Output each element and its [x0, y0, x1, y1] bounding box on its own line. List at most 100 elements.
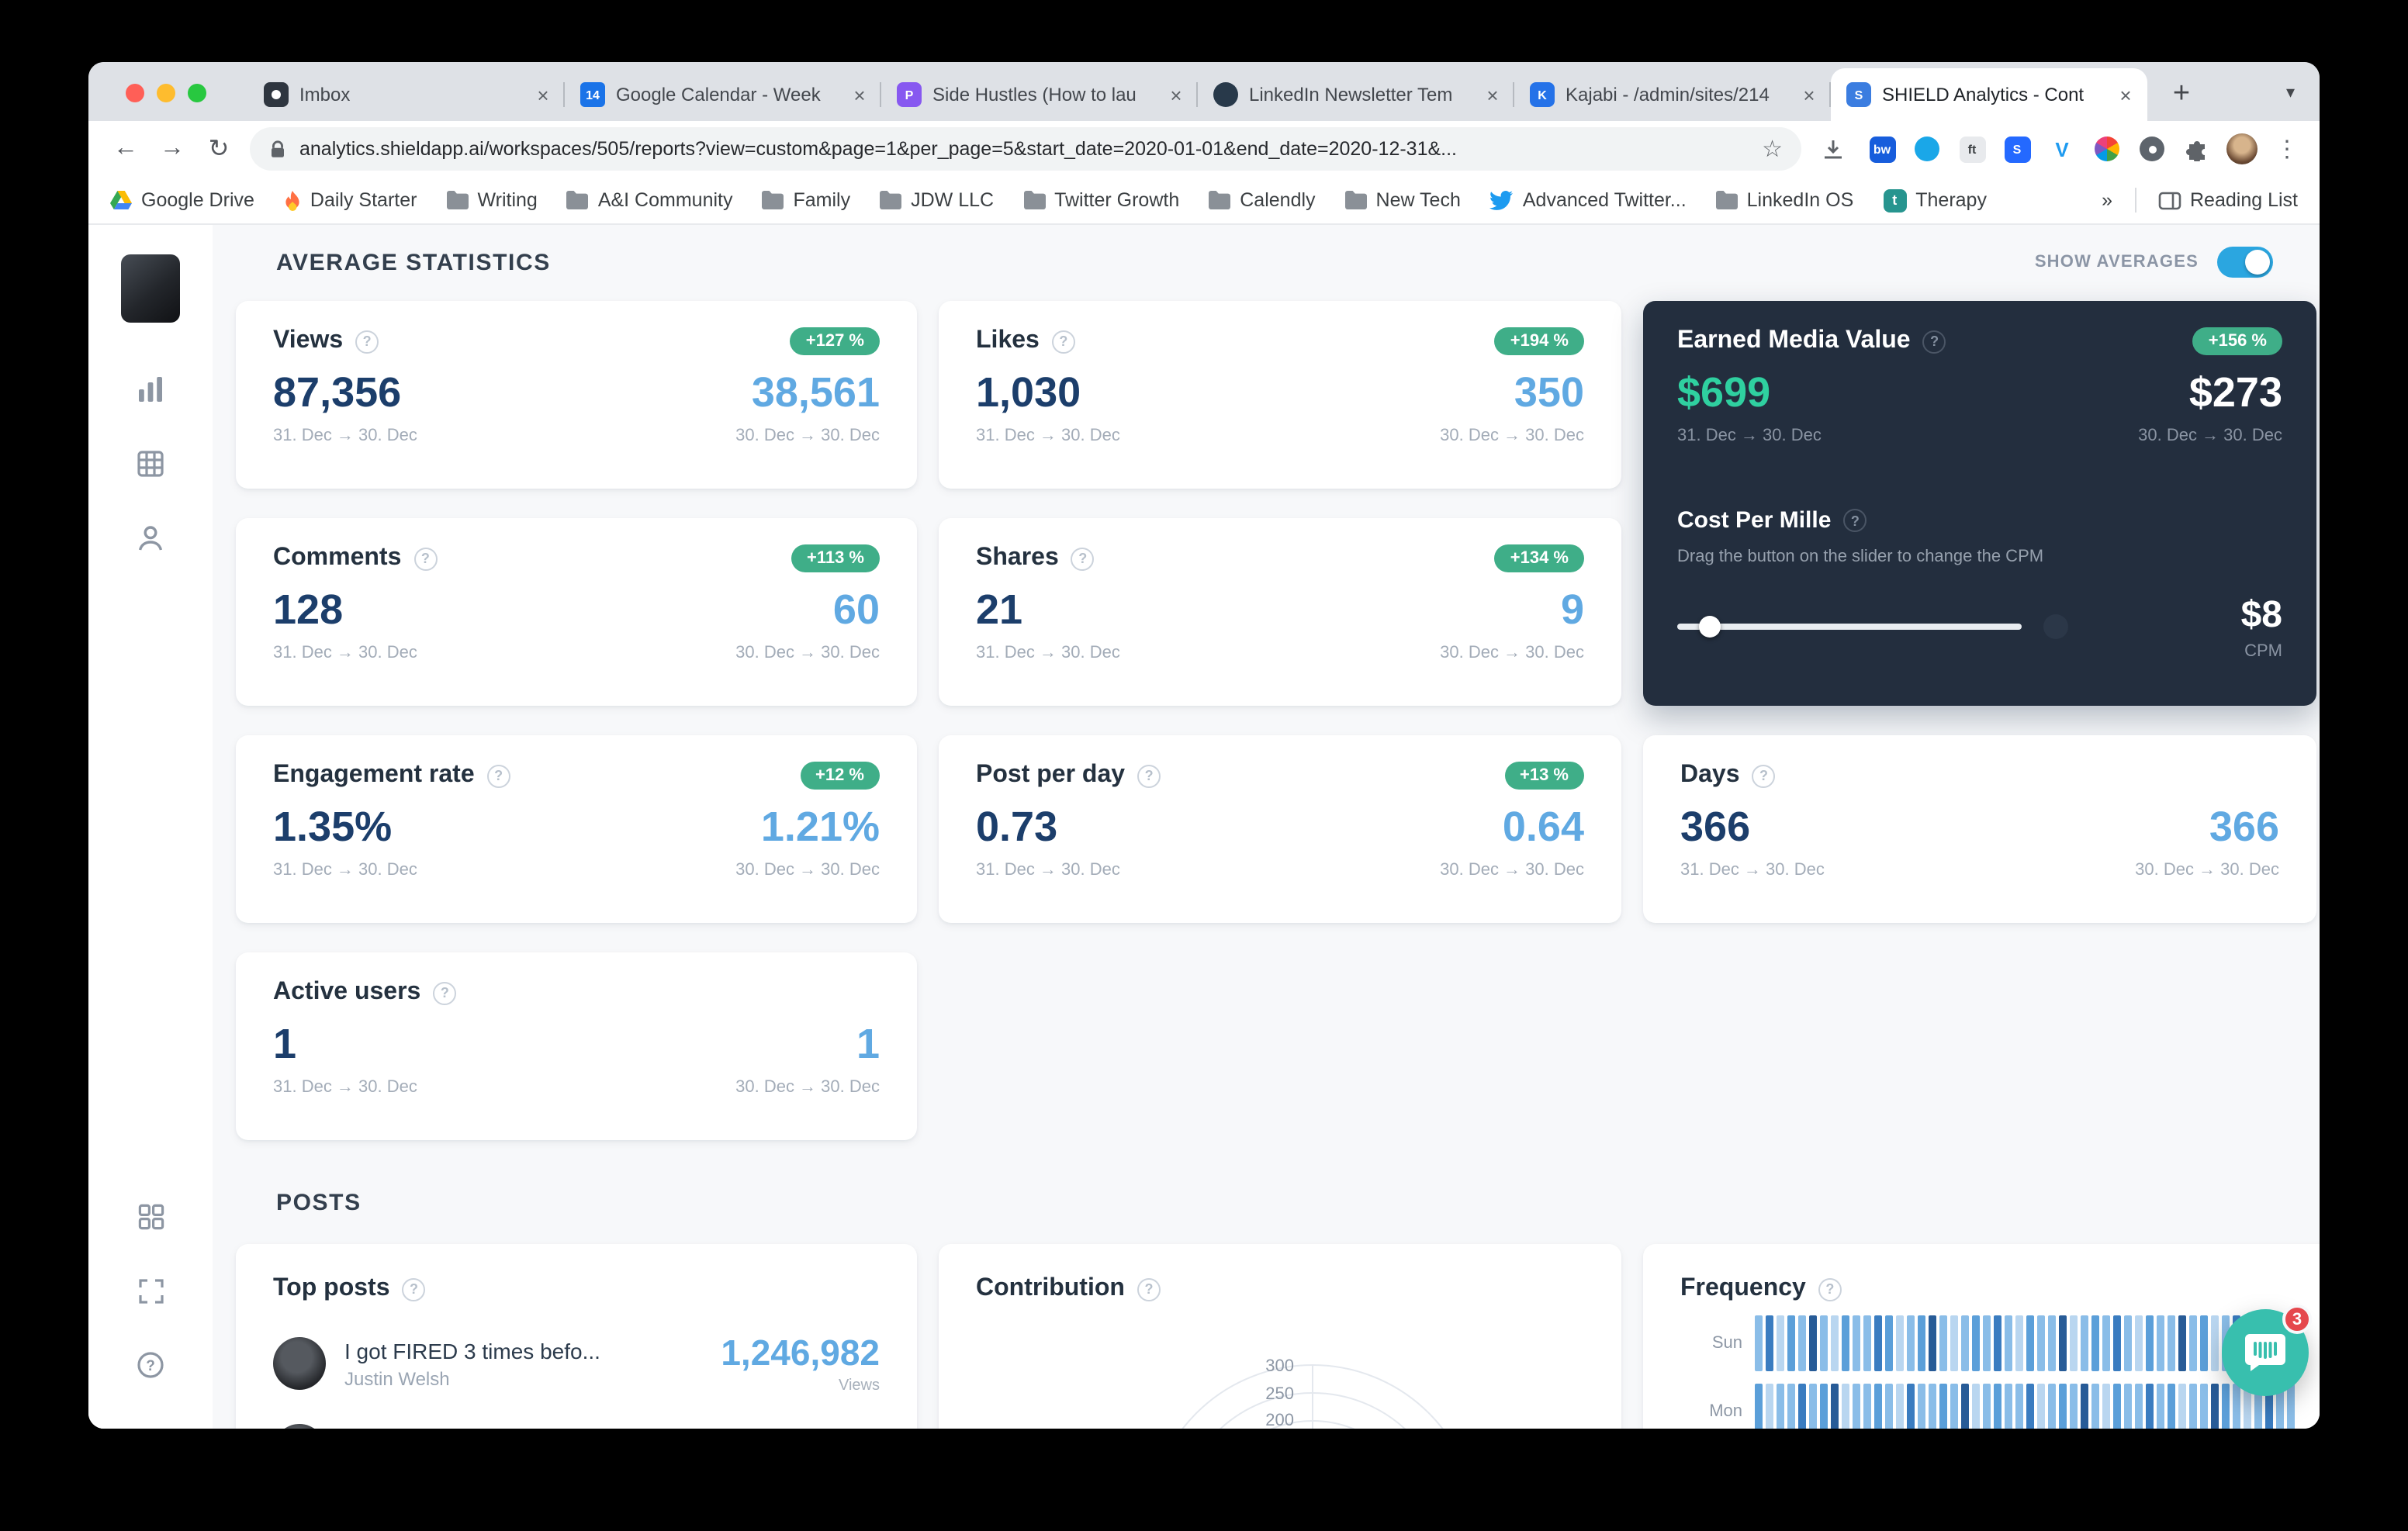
bookmark-writing[interactable]: Writing	[446, 189, 537, 211]
tooltip-help-icon[interactable]: ?	[433, 981, 456, 1004]
posts-section-header: POSTS	[276, 1190, 2316, 1219]
bookmark-new-tech[interactable]: New Tech	[1345, 189, 1461, 211]
bookmarks-overflow-chevron[interactable]: »	[2102, 189, 2112, 211]
zoom-window-button[interactable]	[188, 84, 206, 102]
address-bar[interactable]: analytics.shieldapp.ai/workspaces/505/re…	[250, 127, 1801, 171]
tab-label: Google Calendar - Week	[616, 84, 836, 105]
tooltip-help-icon[interactable]: ?	[403, 1277, 426, 1301]
download-icon[interactable]	[1811, 127, 1854, 171]
browser-tab-side-hustles[interactable]: P Side Hustles (How to lau ×	[881, 68, 1198, 121]
stats-grid: Views ? +127 % 87,356 38,561 31. Dec → 3…	[236, 301, 2316, 1140]
bookmark-twitter-growth[interactable]: Twitter Growth	[1023, 189, 1179, 211]
top-post-row[interactable]: 993,733	[273, 1424, 880, 1429]
change-badge: +127 %	[791, 327, 880, 355]
bookmark-label: Calendly	[1240, 189, 1315, 211]
reload-icon[interactable]: ↻	[197, 127, 240, 171]
folder-icon	[567, 191, 589, 209]
change-badge: +13 %	[1504, 762, 1584, 790]
reading-list-button[interactable]: Reading List	[2157, 189, 2298, 211]
bookmark-ai-community[interactable]: A&I Community	[567, 189, 733, 211]
contribution-radar-chart: 300 250 200	[976, 1312, 1584, 1429]
bar-chart-nav-icon[interactable]	[121, 360, 180, 419]
tab-close-icon[interactable]: ×	[531, 83, 555, 106]
browser-tab-imbox[interactable]: Imbox ×	[248, 68, 565, 121]
pinwheel-extension-icon[interactable]	[2090, 132, 2124, 166]
show-averages-label: SHOW AVERAGES	[2035, 253, 2199, 271]
workspace-avatar[interactable]	[121, 254, 180, 323]
emv-value: $699	[1677, 369, 1770, 417]
tooltip-help-icon[interactable]: ?	[1137, 1277, 1161, 1301]
bookmark-star-icon[interactable]: ☆	[1762, 135, 1783, 163]
change-badge: +134 %	[1495, 544, 1584, 572]
help-icon[interactable]: ?	[121, 1336, 180, 1394]
tab-search-chevron-icon[interactable]: ▾	[2286, 82, 2295, 102]
table-nav-icon[interactable]	[121, 434, 180, 493]
therapy-icon: t	[1883, 188, 1906, 212]
tab-close-icon[interactable]: ×	[2113, 83, 2138, 106]
bookmark-linkedin-os[interactable]: LinkedIn OS	[1716, 189, 1854, 211]
date-range-average: 30. Dec → 30. Dec	[1440, 644, 1584, 662]
tab-close-icon[interactable]: ×	[1164, 83, 1188, 106]
posts-grid: Top posts ? I got FIRED 3 times befo... …	[236, 1244, 2316, 1429]
blue-circle-extension-icon[interactable]	[1910, 132, 1944, 166]
back-icon[interactable]: ←	[104, 127, 147, 171]
tooltip-help-icon[interactable]: ?	[1818, 1277, 1842, 1301]
frequency-row-mon: Mon	[1680, 1384, 2295, 1429]
bookmark-label: Daily Starter	[310, 189, 417, 211]
chrome-menu-icon[interactable]: ⋮	[2270, 132, 2304, 166]
bitwarden-extension-icon[interactable]: bw	[1865, 132, 1899, 166]
bookmark-jdw-llc[interactable]: JDW LLC	[880, 189, 994, 211]
new-tab-button[interactable]: +	[2160, 73, 2203, 116]
folder-icon	[1716, 191, 1738, 209]
tab-close-icon[interactable]: ×	[847, 83, 872, 106]
linkedin-newsletter-favicon	[1213, 82, 1238, 107]
tooltip-help-icon[interactable]: ?	[1752, 764, 1776, 787]
bookmark-therapy[interactable]: t Therapy	[1883, 188, 1987, 212]
twitter-bird-icon	[1490, 190, 1514, 210]
tooltip-help-icon[interactable]: ?	[355, 330, 379, 353]
close-window-button[interactable]	[126, 84, 144, 102]
vimeo-extension-icon[interactable]: V	[2045, 132, 2079, 166]
bookmark-advanced-twitter[interactable]: Advanced Twitter...	[1490, 189, 1687, 211]
bookmark-calendly[interactable]: Calendly	[1209, 189, 1315, 211]
profile-avatar[interactable]	[2225, 132, 2259, 166]
show-averages-toggle[interactable]	[2217, 247, 2273, 278]
tooltip-help-icon[interactable]: ?	[1137, 764, 1161, 787]
post-author: Justin Welsh	[344, 1367, 702, 1389]
tooltip-help-icon[interactable]: ?	[487, 764, 510, 787]
top-post-row[interactable]: I got FIRED 3 times befo... Justin Welsh…	[273, 1332, 880, 1394]
forward-icon[interactable]: →	[150, 127, 194, 171]
browser-tab-shield-analytics-active[interactable]: S SHIELD Analytics - Cont ×	[1831, 68, 2147, 121]
tab-label: Kajabi - /admin/sites/214	[1566, 84, 1786, 105]
tooltip-help-icon[interactable]: ?	[1843, 509, 1867, 532]
bookmark-daily-starter[interactable]: Daily Starter	[284, 189, 417, 211]
card-title: Views	[273, 327, 343, 355]
browser-tab-kajabi[interactable]: K Kajabi - /admin/sites/214 ×	[1514, 68, 1831, 121]
profile-nav-icon[interactable]	[121, 509, 180, 568]
cpm-slider-handle[interactable]	[1699, 616, 1721, 638]
extensions-puzzle-icon[interactable]	[2180, 132, 2214, 166]
tooltip-help-icon[interactable]: ?	[1052, 330, 1075, 353]
browser-tab-linkedin-newsletter[interactable]: LinkedIn Newsletter Tem ×	[1198, 68, 1514, 121]
bookmark-google-drive[interactable]: Google Drive	[110, 189, 254, 211]
bookmark-family[interactable]: Family	[763, 189, 851, 211]
stat-card-active-users: Active users ? 1 1 31. Dec → 30. Dec 30.…	[236, 952, 917, 1140]
gray-circle-extension-icon[interactable]	[2135, 132, 2169, 166]
tab-close-icon[interactable]: ×	[1797, 83, 1822, 106]
minimize-window-button[interactable]	[157, 84, 175, 102]
tooltip-help-icon[interactable]: ?	[1071, 547, 1095, 570]
fullscreen-expand-icon[interactable]	[121, 1261, 180, 1320]
browser-tab-google-calendar[interactable]: 14 Google Calendar - Week ×	[565, 68, 881, 121]
stat-average-value: 9	[1561, 586, 1584, 634]
intercom-chat-button[interactable]: 3	[2222, 1309, 2309, 1396]
date-range: 31. Dec → 30. Dec	[1680, 861, 1825, 880]
apps-grid-icon[interactable]	[121, 1187, 180, 1246]
tooltip-help-icon[interactable]: ?	[413, 547, 437, 570]
ft-extension-icon[interactable]: ft	[1955, 132, 1989, 166]
cpm-slider[interactable]	[1677, 624, 2022, 630]
stat-value: 128	[273, 586, 343, 634]
section-title: AVERAGE STATISTICS	[276, 249, 551, 275]
tab-close-icon[interactable]: ×	[1480, 83, 1505, 106]
tooltip-help-icon[interactable]: ?	[1923, 330, 1946, 353]
shield-extension-icon[interactable]: S	[2000, 132, 2034, 166]
